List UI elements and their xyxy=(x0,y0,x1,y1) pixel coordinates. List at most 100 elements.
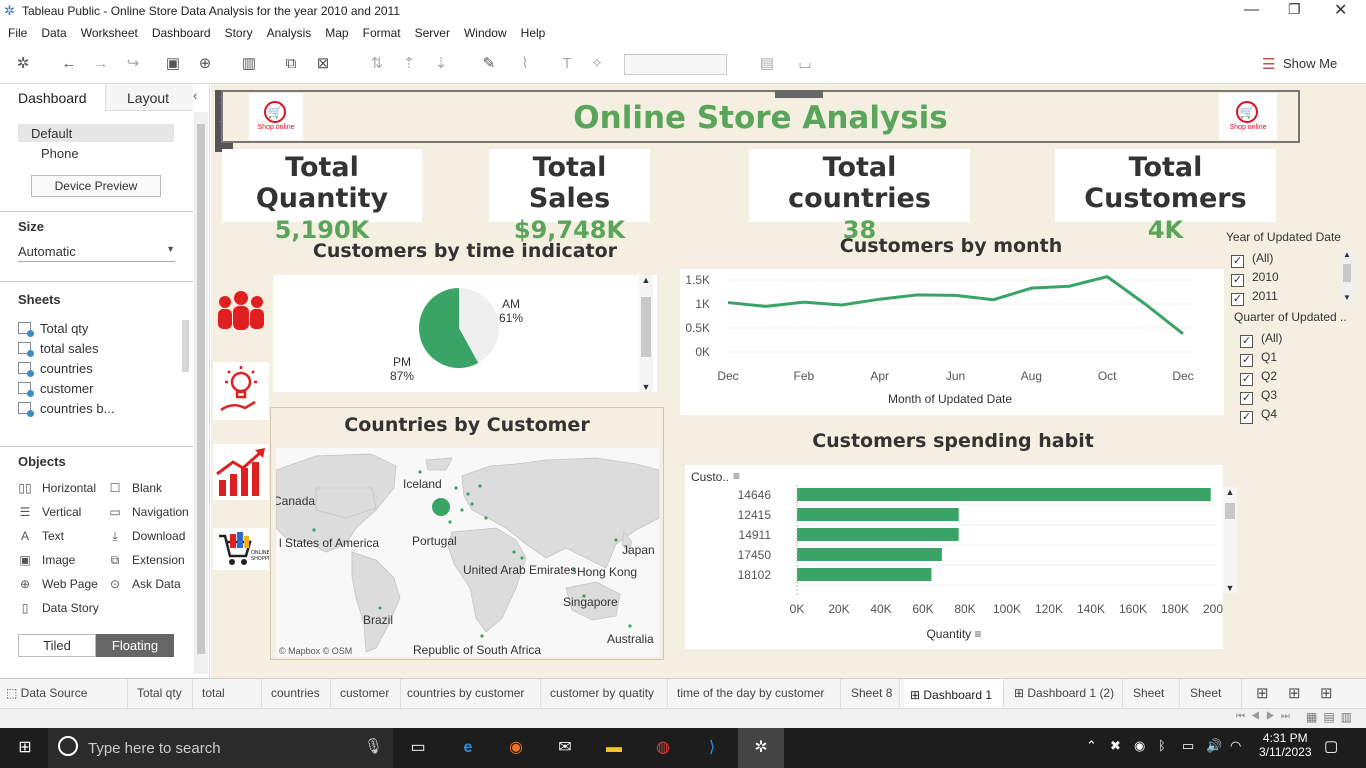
volume-icon[interactable]: 🔊 xyxy=(1206,738,1222,754)
save-icon[interactable]: ▣ xyxy=(162,54,184,74)
sheet-tab[interactable]: Sheet 9 xyxy=(1127,679,1180,728)
filter-year-scrollbar[interactable]: ▲ ▼ xyxy=(1341,250,1353,302)
menu-data[interactable]: Data xyxy=(34,22,73,44)
sheet-tab[interactable]: ⊞ Dashboard 1 xyxy=(904,679,1004,708)
sort-icon[interactable]: ≡ xyxy=(975,627,982,641)
menu-story[interactable]: Story xyxy=(218,22,260,44)
sheet-item[interactable]: Total qty xyxy=(18,321,88,337)
menu-map[interactable]: Map xyxy=(318,22,355,44)
sheet-tab[interactable]: ⊞ Dashboard 1 (2) xyxy=(1008,679,1123,708)
fit-select[interactable] xyxy=(624,54,727,75)
drag-handle[interactable] xyxy=(775,90,823,98)
show-me-button[interactable]: Show Me xyxy=(1283,56,1337,71)
filter-quarter-q4[interactable]: ✓ Q4 xyxy=(1240,407,1277,424)
size-select[interactable]: Automatic ▼ xyxy=(18,242,175,262)
collapse-icon[interactable]: ‹ xyxy=(193,88,197,103)
microphone-icon[interactable]: 🎙 xyxy=(364,737,383,755)
file-explorer-icon[interactable]: ▬ xyxy=(601,736,627,760)
sheet-item[interactable]: countries b... xyxy=(18,401,114,417)
duplicate-icon[interactable]: ⧉ xyxy=(280,54,302,74)
bar[interactable] xyxy=(797,548,942,561)
tableau-taskbar-button[interactable]: ✲ xyxy=(738,728,784,768)
new-dashboard-icon[interactable]: ⊞ xyxy=(1288,684,1301,702)
sheet-tab[interactable]: Sheet 10 xyxy=(1184,679,1242,728)
sheet-tab[interactable]: time of the day by customer xyxy=(671,679,841,708)
sheet-tab[interactable]: Total qty xyxy=(131,679,193,708)
new-datasource-icon[interactable]: ⊕ xyxy=(194,54,216,74)
redo-icon[interactable]: → xyxy=(90,54,112,74)
bar[interactable] xyxy=(797,488,1211,501)
vscode-icon[interactable]: ⟩ xyxy=(699,736,725,760)
undo-icon[interactable]: ← xyxy=(58,54,80,74)
highlight-icon[interactable]: ✎ xyxy=(478,54,500,74)
labels-icon[interactable]: T xyxy=(556,54,578,74)
filter-year-all[interactable]: ✓ (All) xyxy=(1231,251,1273,268)
notification-icon[interactable]: ▢ xyxy=(1324,737,1338,755)
menu-format[interactable]: Format xyxy=(356,22,408,44)
bar[interactable] xyxy=(797,508,959,521)
tab-layout[interactable]: Layout xyxy=(127,90,169,106)
menu-server[interactable]: Server xyxy=(408,22,457,44)
sidebar-scrollbar[interactable] xyxy=(194,112,208,674)
floating-button[interactable]: Floating xyxy=(96,634,174,657)
filter-year-2011[interactable]: ✓ 2011 xyxy=(1231,289,1278,306)
tray-network-error-icon[interactable]: ✖ xyxy=(1110,738,1121,754)
menu-help[interactable]: Help xyxy=(514,22,553,44)
tray-chevron-icon[interactable]: ⌃ xyxy=(1086,738,1097,754)
new-story-icon[interactable]: ⊞ xyxy=(1320,684,1333,702)
sheet-tab[interactable]: customer xyxy=(334,679,401,708)
world-map[interactable]: Canada l States of America Iceland Portu… xyxy=(276,448,659,657)
sheet-nav-icons[interactable]: ⏮◀▶⏭ xyxy=(1236,711,1296,722)
sheet-tab[interactable]: total sales xyxy=(196,679,262,728)
new-sheet-icon[interactable]: ▥ xyxy=(238,54,260,74)
filter-quarter-all[interactable]: ✓ (All) xyxy=(1240,331,1282,348)
wifi-icon[interactable]: ◠ xyxy=(1230,738,1241,754)
tab-dashboard[interactable]: Dashboard xyxy=(18,90,87,106)
pie-scrollbar[interactable]: ▲ ▼ xyxy=(639,275,653,392)
sheet-tab[interactable]: customer by quatity xyxy=(544,679,668,708)
tray-app-icon[interactable]: ◉ xyxy=(1134,738,1145,754)
object-blank[interactable]: ☐ Blank xyxy=(108,481,162,495)
sheet-item[interactable]: countries xyxy=(18,361,93,377)
object-askdata[interactable]: ⊙ Ask Data xyxy=(108,577,181,591)
chrome-icon[interactable]: ◍ xyxy=(650,736,676,760)
object-navigation[interactable]: ▭ Navigation xyxy=(108,505,188,519)
taskbar-search[interactable]: Type here to search 🎙 xyxy=(48,728,393,768)
bar-scrollbar[interactable]: ▲ ▼ xyxy=(1223,487,1237,593)
filter-quarter-q3[interactable]: ✓ Q3 xyxy=(1240,388,1277,405)
pin-icon[interactable]: ✧ xyxy=(586,54,608,74)
new-worksheet-icon[interactable]: ⊞ xyxy=(1256,684,1269,702)
filter-year-2010[interactable]: ✓ 2010 xyxy=(1231,270,1279,287)
bar[interactable] xyxy=(797,568,932,581)
close-icon[interactable]: ✕ xyxy=(1334,0,1347,20)
tableau-icon[interactable]: ✲ xyxy=(12,54,34,74)
restore-icon[interactable]: ❐ xyxy=(1288,1,1301,18)
mail-icon[interactable]: ✉ xyxy=(552,736,578,760)
device-phone[interactable]: Phone xyxy=(41,146,79,161)
sheet-item[interactable]: customer xyxy=(18,381,93,397)
clear-icon[interactable]: ⊠ xyxy=(312,54,334,74)
sheets-scrollbar[interactable] xyxy=(182,320,189,372)
sheet-tab[interactable]: Sheet 8 xyxy=(845,679,900,708)
object-download[interactable]: ⤓ Download xyxy=(108,529,185,544)
device-preview-button[interactable]: Device Preview xyxy=(31,175,161,197)
bar[interactable] xyxy=(797,528,959,541)
sheet-tab[interactable]: countries by customer xyxy=(401,679,541,708)
menu-analysis[interactable]: Analysis xyxy=(260,22,319,44)
sort-desc-icon[interactable]: ⇣ xyxy=(430,54,452,74)
battery-icon[interactable]: ▭ xyxy=(1182,738,1194,754)
menu-dashboard[interactable]: Dashboard xyxy=(145,22,218,44)
menu-file[interactable]: File xyxy=(0,22,34,44)
minimize-icon[interactable]: — xyxy=(1244,1,1259,18)
object-datastory[interactable]: ▯ Data Story xyxy=(18,601,99,615)
object-extension[interactable]: ⧉ Extension xyxy=(108,553,185,568)
line-series[interactable] xyxy=(727,275,1184,335)
group-icon[interactable]: ⌇ xyxy=(514,54,536,74)
sort-asc-icon[interactable]: ⇡ xyxy=(398,54,420,74)
cards-icon[interactable]: ▤ xyxy=(756,54,778,74)
sheet-tab[interactable]: countries xyxy=(265,679,331,708)
replay-icon[interactable]: ↪ xyxy=(122,54,144,74)
object-text[interactable]: A Text xyxy=(18,529,64,543)
firefox-icon[interactable]: ◉ xyxy=(503,736,529,760)
object-horizontal[interactable]: ▯▯ Horizontal xyxy=(18,481,96,495)
